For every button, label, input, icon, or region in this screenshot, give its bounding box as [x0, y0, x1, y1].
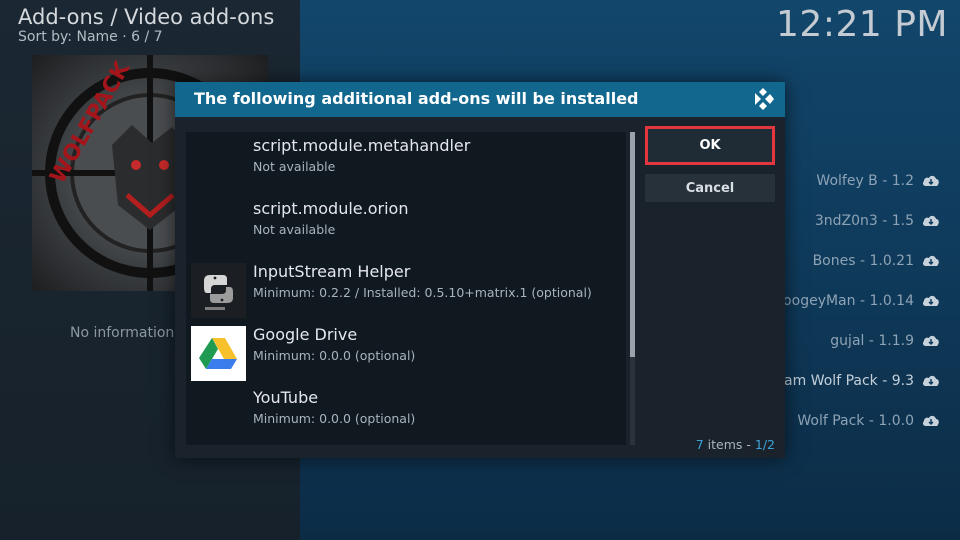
dialog-header: The following additional add-ons will be…	[175, 82, 785, 117]
cloud-download-icon	[922, 255, 939, 266]
cloud-download-icon	[922, 375, 939, 386]
kodi-logo-icon	[755, 88, 774, 110]
addon-label: BoogeyMan - 1.0.14	[773, 293, 914, 309]
addon-label: Bones - 1.0.21	[812, 253, 914, 269]
dependency-list[interactable]: script.module.metahandler Not available …	[186, 132, 626, 445]
item-count: 7 items - 1/2	[696, 437, 775, 452]
addon-label: Wolfey B - 1.2	[816, 173, 914, 189]
clock: 12:21 PM	[776, 4, 948, 45]
item-detail: Not available	[253, 159, 336, 174]
cloud-download-icon	[922, 335, 939, 346]
item-count-word: items	[707, 437, 743, 452]
cancel-button[interactable]: Cancel	[645, 174, 775, 202]
item-count-separator: -	[746, 437, 751, 452]
cloud-download-icon	[922, 175, 939, 186]
list-item[interactable]: gujal - 1.1.9	[830, 330, 940, 352]
addon-label: Team Wolf Pack - 9.3	[769, 373, 914, 389]
item-name: InputStream Helper	[253, 262, 411, 281]
list-item[interactable]: InputStream Helper Minimum: 0.2.2 / Inst…	[186, 258, 626, 320]
list-item[interactable]: Wolfey B - 1.2	[816, 170, 940, 192]
google-drive-icon	[191, 326, 246, 381]
item-name: YouTube	[253, 388, 319, 407]
item-detail: Minimum: 0.0.0 (optional)	[253, 411, 416, 426]
addon-label: 3ndZ0n3 - 1.5	[814, 213, 914, 229]
sort-info: Sort by: Name · 6 / 7	[18, 29, 163, 45]
list-scrollbar[interactable]	[630, 132, 635, 445]
page-indicator: 1/2	[754, 437, 775, 452]
install-dependencies-dialog: The following additional add-ons will be…	[175, 82, 785, 458]
sort-separator: ·	[122, 29, 132, 45]
list-item[interactable]: 3ndZ0n3 - 1.5	[815, 210, 940, 232]
item-detail: Minimum: 0.0.0 (optional)	[253, 348, 416, 363]
addon-label: gujal - 1.1.9	[830, 333, 914, 349]
sort-position: 6 / 7	[131, 29, 163, 45]
list-item[interactable]: script.module.orion Not available	[186, 195, 626, 257]
cloud-download-icon	[922, 415, 939, 426]
item-detail: Not available	[253, 222, 336, 237]
item-name: script.module.orion	[253, 199, 409, 218]
list-item[interactable]: BoogeyMan - 1.0.14	[773, 290, 940, 312]
list-item[interactable]: Wolf Pack - 1.0.0	[797, 410, 940, 432]
list-item-selected[interactable]: Team Wolf Pack - 9.3	[769, 370, 940, 392]
dialog-title: The following additional add-ons will be…	[194, 89, 639, 108]
list-item[interactable]: Google Drive Minimum: 0.0.0 (optional)	[186, 321, 626, 383]
list-item[interactable]: Bones - 1.0.21	[813, 250, 940, 272]
item-count-number: 7	[695, 437, 704, 452]
scrollbar-thumb[interactable]	[630, 132, 635, 358]
breadcrumb: Add-ons / Video add-ons	[18, 5, 275, 29]
item-name: script.module.metahandler	[253, 136, 471, 155]
item-detail: Minimum: 0.2.2 / Installed: 0.5.10+matri…	[253, 285, 592, 300]
list-item[interactable]: script.module.metahandler Not available	[186, 132, 626, 194]
cloud-download-icon	[922, 215, 939, 226]
addon-label: Wolf Pack - 1.0.0	[797, 413, 914, 429]
sort-label: Sort by: Name	[18, 29, 118, 45]
python-logo-icon	[191, 263, 246, 318]
cloud-download-icon	[922, 295, 939, 306]
list-item[interactable]: YouTube Minimum: 0.0.0 (optional)	[186, 384, 626, 446]
ok-button[interactable]: OK	[645, 126, 775, 165]
item-name: Google Drive	[253, 325, 358, 344]
